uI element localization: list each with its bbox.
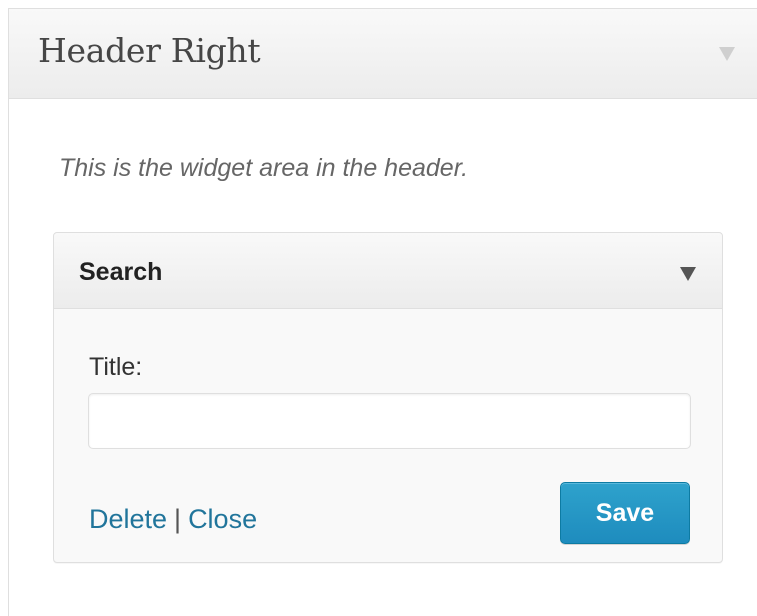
sidebar-panel-header-right: Header Right This is the widget area in … (8, 8, 757, 616)
action-separator: | (174, 504, 182, 534)
sidebar-panel-header[interactable]: Header Right (9, 9, 757, 99)
widget-area-page: Header Right This is the widget area in … (0, 0, 757, 616)
save-button[interactable]: Save (560, 482, 690, 544)
search-widget-header[interactable]: Search (54, 233, 722, 309)
widget-title: Search (79, 258, 163, 286)
sidebar-panel-title: Header Right (38, 31, 261, 70)
widget-toggle-triangle-icon[interactable] (680, 267, 696, 281)
delete-link[interactable]: Delete (89, 504, 167, 534)
panel-collapse-triangle-icon[interactable] (719, 47, 735, 61)
title-field-label: Title: (89, 353, 143, 381)
title-input[interactable] (88, 393, 691, 449)
widget-actions: Delete | Close (89, 504, 257, 535)
search-widget: Search Title: Delete | Close Save (53, 232, 723, 563)
close-link[interactable]: Close (188, 504, 257, 534)
sidebar-description: This is the widget area in the header. (59, 154, 469, 182)
